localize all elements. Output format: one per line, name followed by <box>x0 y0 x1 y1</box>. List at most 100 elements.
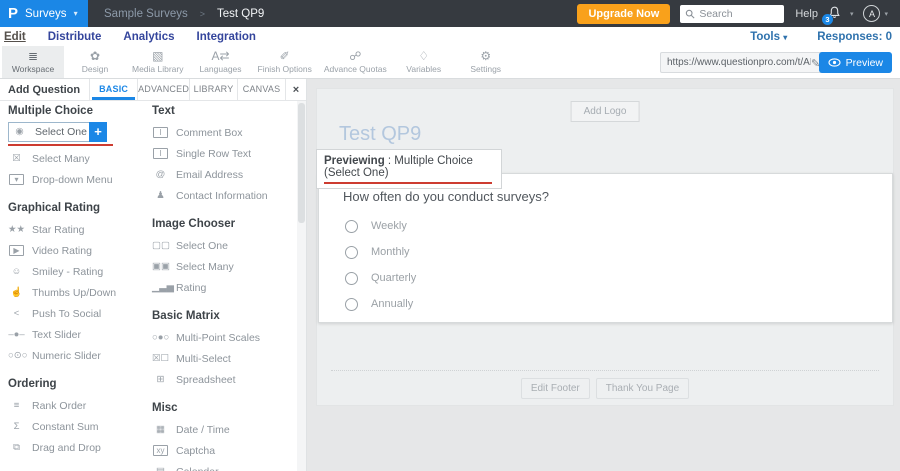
question-type-select-many[interactable]: ▣▣Select Many <box>152 256 296 277</box>
toolbar-item-finish-options[interactable]: ✐Finish Options <box>252 46 318 78</box>
question-type-numeric-slider[interactable]: ○⊙○Numeric Slider <box>8 345 152 366</box>
question-card[interactable]: How often do you conduct surveys? Weekly… <box>318 173 893 323</box>
scrollbar-thumb[interactable] <box>298 103 305 223</box>
finish-options-icon: ✐ <box>280 50 290 63</box>
question-type-comment-box[interactable]: IComment Box <box>152 122 296 143</box>
responses-count[interactable]: Responses: 0 <box>817 31 892 43</box>
question-type-label: Single Row Text <box>176 148 251 160</box>
question-type-label: Numeric Slider <box>32 350 101 362</box>
question-type-email-address[interactable]: @Email Address <box>152 164 296 185</box>
question-type-rating[interactable]: ▁▃▅Rating <box>152 277 296 298</box>
radio-button[interactable] <box>345 298 358 311</box>
tools-dropdown[interactable]: Tools <box>750 31 787 43</box>
toolbar-item-advance-quotas[interactable]: ☍Advance Quotas <box>318 46 393 78</box>
footer-buttons: Edit Footer Thank You Page <box>317 378 893 399</box>
survey-option-quarterly: Quarterly <box>345 265 892 291</box>
survey-url-field <box>660 52 828 73</box>
radio-button[interactable] <box>345 220 358 233</box>
surveys-menu-button[interactable]: P Surveys <box>0 0 88 27</box>
menu-item-integration[interactable]: Integration <box>197 31 256 43</box>
notifications-bell-icon[interactable]: 3 <box>827 6 843 22</box>
question-type-push-to-social[interactable]: <Push To Social <box>8 303 152 324</box>
question-type-select-many[interactable]: ☒Select Many <box>8 148 152 169</box>
checkbox-list-icon: ☒ <box>8 154 25 164</box>
toolbar-item-settings[interactable]: ⚙Settings <box>455 46 517 78</box>
question-type-spreadsheet[interactable]: ⊞Spreadsheet <box>152 369 296 390</box>
question-type-single-row-text[interactable]: ISingle Row Text <box>152 143 296 164</box>
previewing-header: Previewing : Multiple Choice (Select One… <box>316 149 502 189</box>
question-type-thumbs-up-down[interactable]: ☝Thumbs Up/Down <box>8 282 152 303</box>
section-title-basic-matrix: Basic Matrix <box>152 310 296 322</box>
menu-item-analytics[interactable]: Analytics <box>123 31 174 43</box>
notification-count-badge: 3 <box>822 14 833 25</box>
surveys-label: Surveys <box>25 8 67 20</box>
toolbar-item-workspace[interactable]: ≣Workspace <box>2 46 64 78</box>
option-list: WeeklyMonthlyQuarterlyAnnually <box>345 213 892 317</box>
tab-basic[interactable]: BASIC <box>89 79 137 100</box>
thumbs-icon: ☝ <box>8 288 25 298</box>
section-title-text: Text <box>152 105 296 117</box>
question-type-smiley-rating[interactable]: ☺Smiley - Rating <box>8 261 152 282</box>
survey-option-monthly: Monthly <box>345 239 892 265</box>
avatar-letter: A <box>869 9 875 19</box>
question-type-label: Select One <box>35 126 87 138</box>
question-type-date-time[interactable]: ▦Date / Time <box>152 419 296 440</box>
question-type-drop-down-menu[interactable]: ▾Drop-down Menu <box>8 169 152 190</box>
question-type-multi-select[interactable]: ☒☐Multi-Select <box>152 348 296 369</box>
survey-url-input[interactable] <box>667 57 811 68</box>
question-type-video-rating[interactable]: ▶Video Rating <box>8 240 152 261</box>
question-type-star-rating[interactable]: ★★Star Rating <box>8 219 152 240</box>
toolbar-item-label: Workspace <box>12 64 54 74</box>
question-type-multi-point-scales[interactable]: ○●○Multi-Point Scales <box>152 327 296 348</box>
thank-you-page-button[interactable]: Thank You Page <box>596 378 689 399</box>
question-type-select-one[interactable]: ◉Select One <box>8 122 89 142</box>
chevron-down-icon[interactable] <box>884 10 888 18</box>
chevron-down-icon[interactable] <box>850 10 854 18</box>
panel-scrollbar[interactable] <box>297 101 306 471</box>
tab-library[interactable]: LIBRARY <box>189 79 237 100</box>
search-input[interactable] <box>699 8 775 20</box>
drag-icon: ⧉ <box>8 443 25 453</box>
question-type-label: Video Rating <box>32 245 92 257</box>
question-type-text-slider[interactable]: –●–Text Slider <box>8 324 152 345</box>
toolbar-item-languages[interactable]: A⇄Languages <box>190 46 252 78</box>
help-link[interactable]: Help <box>795 8 818 20</box>
tab-advanced[interactable]: ADVANCED <box>137 79 189 100</box>
image-one-icon: ▢▢ <box>152 241 169 251</box>
spreadsheet-icon: ⊞ <box>152 375 169 385</box>
previewing-underline <box>324 182 492 184</box>
question-type-contact-information[interactable]: ♟Contact Information <box>152 185 296 206</box>
add-question-plus-button[interactable] <box>89 122 107 142</box>
radio-button[interactable] <box>345 246 358 259</box>
question-type-constant-sum[interactable]: ΣConstant Sum <box>8 416 152 437</box>
add-logo-button[interactable]: Add Logo <box>571 101 640 122</box>
edit-footer-button[interactable]: Edit Footer <box>521 378 590 399</box>
survey-title[interactable]: Test QP9 <box>339 123 421 146</box>
panel-title: Add Question <box>0 79 89 100</box>
section-title-graphical-rating: Graphical Rating <box>8 202 152 214</box>
avatar[interactable]: A <box>863 5 880 22</box>
question-type-select-one[interactable]: ▢▢Select One <box>152 235 296 256</box>
tab-canvas[interactable]: CANVAS <box>237 79 285 100</box>
question-type-label: Comment Box <box>176 127 243 139</box>
preview-button[interactable]: Preview <box>819 52 892 73</box>
menu-item-distribute[interactable]: Distribute <box>48 31 102 43</box>
question-type-label: Smiley - Rating <box>32 266 103 278</box>
question-type-rank-order[interactable]: ≡Rank Order <box>8 395 152 416</box>
close-icon[interactable]: × <box>285 79 306 100</box>
calendar-icon: ▤ <box>152 467 169 471</box>
upgrade-now-button[interactable]: Upgrade Now <box>577 4 670 24</box>
radio-button[interactable] <box>345 272 358 285</box>
panel-columns: Multiple Choice◉Select One☒Select Many▾D… <box>0 101 306 471</box>
toolbar-item-design[interactable]: ✿Design <box>64 46 126 78</box>
menu-item-edit[interactable]: Edit <box>4 31 26 43</box>
contact-icon: ♟ <box>152 191 169 201</box>
toolbar-item-variables[interactable]: ♢Variables <box>393 46 455 78</box>
option-label: Weekly <box>371 220 407 232</box>
question-type-drag-and-drop[interactable]: ⧉Drag and Drop <box>8 437 152 458</box>
advance-quotas-icon: ☍ <box>349 50 361 63</box>
question-type-captcha[interactable]: xyCaptcha <box>152 440 296 461</box>
breadcrumb-parent[interactable]: Sample Surveys <box>104 8 188 20</box>
toolbar-item-media-library[interactable]: ▧Media Library <box>126 46 190 78</box>
question-type-calendar[interactable]: ▤Calendar <box>152 461 296 471</box>
